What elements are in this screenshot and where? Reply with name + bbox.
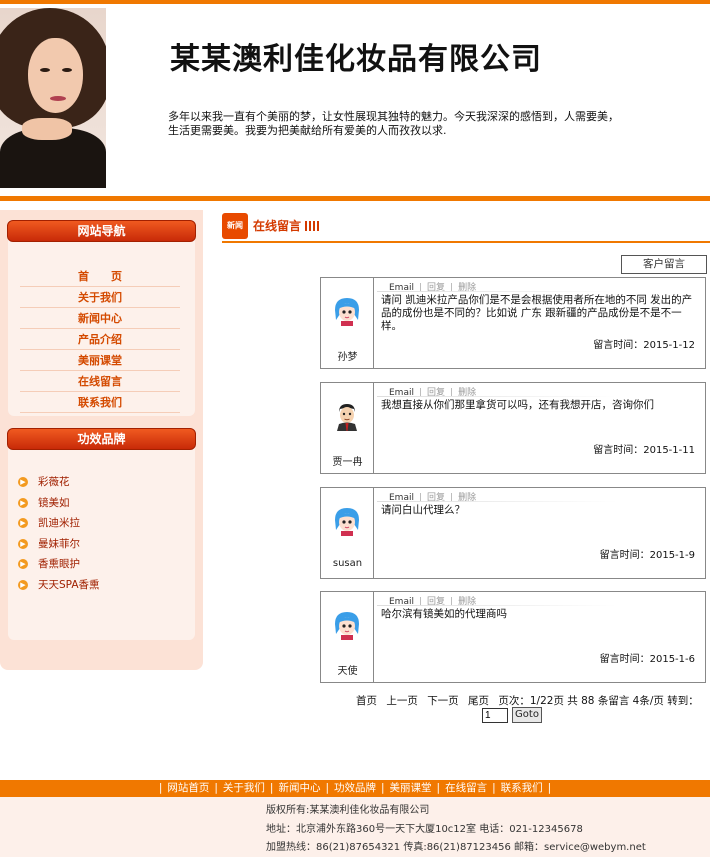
top-orange-bar xyxy=(0,0,710,4)
brand-list: ▶ 彩薇花 ▶ 镜美如 ▶ 凯迪米拉 ▶ 曼妹菲尔 ▶ 香熏眼护 ▶ 天天SPA香熏 xyxy=(18,472,188,595)
brand-panel-title: 功效品牌 xyxy=(7,428,196,450)
nav-panel-title: 网站导航 xyxy=(7,220,196,242)
nav-item-contact[interactable]: 联系我们 xyxy=(20,392,180,413)
footer-hotline: 加盟热线：86(21)87654321 传真:86(21)87123456 邮箱… xyxy=(266,842,646,853)
footer-link-about[interactable]: 关于我们 xyxy=(223,782,265,794)
page-number-input[interactable] xyxy=(482,708,508,723)
brand-item[interactable]: ▶ 彩薇花 xyxy=(18,472,188,493)
pager-next-link[interactable]: 下一页 xyxy=(427,695,459,707)
pager-first-link[interactable]: 首页 xyxy=(356,695,377,707)
company-slogan: 多年以来我一直有个美丽的梦，让女性展现其独特的魅力。今天我深深的感悟到，人需要美… xyxy=(168,110,619,137)
pager-last-link[interactable]: 尾页 xyxy=(468,695,489,707)
message-username: 贾一冉 xyxy=(332,457,363,468)
girl-avatar-icon xyxy=(335,508,359,536)
footer-link-beauty-class[interactable]: 美丽课堂 xyxy=(390,782,432,794)
nav-item-guestbook[interactable]: 在线留言 xyxy=(20,371,180,392)
brand-item[interactable]: ▶ 香熏眼护 xyxy=(18,554,188,575)
news-section-icon: 新闻 xyxy=(222,213,248,239)
goto-button[interactable]: Goto xyxy=(512,707,542,723)
brand-item[interactable]: ▶ 凯迪米拉 xyxy=(18,513,188,534)
girl-avatar-icon xyxy=(335,612,359,640)
section-bars-decoration xyxy=(305,221,321,231)
nav-item-news[interactable]: 新闻中心 xyxy=(20,308,180,329)
message-time: 留言时间：2015-1-6 xyxy=(599,654,695,665)
message-card: 贾一冉 Email | 回复 | 删除 我想直接从你们那里拿货可以吗，还有我想开店，咨询… xyxy=(320,382,706,474)
page: 某某澳利佳化妆品有限公司 多年以来我一直有个美丽的梦，让女性展现其独特的魅力。今… xyxy=(0,0,710,857)
customer-message-button[interactable]: 客户留言 xyxy=(621,255,707,274)
man-avatar-icon xyxy=(337,404,357,431)
nav-item-home[interactable]: 首 页 xyxy=(20,266,180,287)
brand-item[interactable]: ▶ 镜美如 xyxy=(18,493,188,514)
footer-link-home[interactable]: 网站首页 xyxy=(167,782,209,794)
footer-nav: | 网站首页 | 关于我们 | 新闻中心 | 功效品牌 | 美丽课堂 | 在线留言 | 联系我们 | xyxy=(0,780,710,797)
message-content: 请问 凯迪米拉产品你们是不是会根据使用者所在地的不同 发出的产品的成份也是不同的… xyxy=(381,294,693,332)
message-content: 请问白山代理么？ xyxy=(381,504,465,516)
message-username: 孙梦 xyxy=(337,352,358,363)
message-time: 留言时间：2015-1-9 xyxy=(599,550,695,561)
nav-item-beauty-class[interactable]: 美丽课堂 xyxy=(20,350,180,371)
footer-link-news[interactable]: 新闻中心 xyxy=(278,782,320,794)
message-time: 留言时间：2015-1-12 xyxy=(593,340,695,351)
footer-link-contact[interactable]: 联系我们 xyxy=(501,782,543,794)
pager-prev-link[interactable]: 上一页 xyxy=(386,695,418,707)
brand-item[interactable]: ▶ 曼妹菲尔 xyxy=(18,534,188,555)
header-divider xyxy=(0,196,710,201)
message-content: 哈尔滨有镜美如的代理商吗 xyxy=(381,608,507,620)
section-divider xyxy=(222,241,710,243)
nav-item-about[interactable]: 关于我们 xyxy=(20,287,180,308)
message-card: 天使 Email | 回复 | 删除 哈尔滨有镜美如的代理商吗 留言时间：2015-1-… xyxy=(320,591,706,683)
nav-item-products[interactable]: 产品介绍 xyxy=(20,329,180,350)
arrow-right-icon: ▶ xyxy=(18,477,28,487)
footer-link-brands[interactable]: 功效品牌 xyxy=(334,782,376,794)
footer-address: 地址：北京浦外东路360号一天下大厦10c12室 电话：021-12345678 xyxy=(266,824,583,835)
header-portrait-image xyxy=(0,8,106,188)
footer-copyright: 版权所有:某某澳利佳化妆品有限公司 xyxy=(266,805,430,816)
footer-info: 版权所有:某某澳利佳化妆品有限公司 地址：北京浦外东路360号一天下大厦10c1… xyxy=(0,797,710,857)
message-username: 天使 xyxy=(337,666,358,677)
footer-link-guestbook[interactable]: 在线留言 xyxy=(445,782,487,794)
arrow-right-icon: ▶ xyxy=(18,538,28,549)
nav-list: 首 页 关于我们 新闻中心 产品介绍 美丽课堂 在线留言 联系我们 xyxy=(20,266,180,413)
message-card: 孙梦 Email | 回复 | 删除 请问 凯迪米拉产品你们是不是会根据使用者所在地的不… xyxy=(320,277,706,369)
message-username: susan xyxy=(332,558,363,569)
message-card: susan Email | 回复 | 删除 请问白山代理么？ 留言时间：2015-1-9 xyxy=(320,487,706,579)
girl-avatar-icon xyxy=(335,298,359,326)
pager-status: 页次：1/22页 共 88 条留言 4条/页 转到： xyxy=(498,695,699,707)
pagination: 首页 上一页 下一页 尾页 页次：1/22页 共 88 条留言 4条/页 转到： xyxy=(356,693,699,708)
message-time: 留言时间：2015-1-11 xyxy=(593,445,695,456)
sidebar: 网站导航 首 页 关于我们 新闻中心 产品介绍 美丽课堂 在线留言 联系我们 功… xyxy=(0,210,203,670)
message-content: 我想直接从你们那里拿货可以吗，还有我想开店，咨询你们 xyxy=(381,399,654,411)
arrow-right-icon: ▶ xyxy=(18,497,28,508)
section-title: 在线留言 xyxy=(253,219,302,233)
company-title: 某某澳利佳化妆品有限公司 xyxy=(170,42,542,77)
arrow-right-icon: ▶ xyxy=(18,579,28,590)
arrow-right-icon: ▶ xyxy=(18,518,28,528)
brand-item[interactable]: ▶ 天天SPA香熏 xyxy=(18,575,188,596)
arrow-right-icon: ▶ xyxy=(18,559,28,569)
